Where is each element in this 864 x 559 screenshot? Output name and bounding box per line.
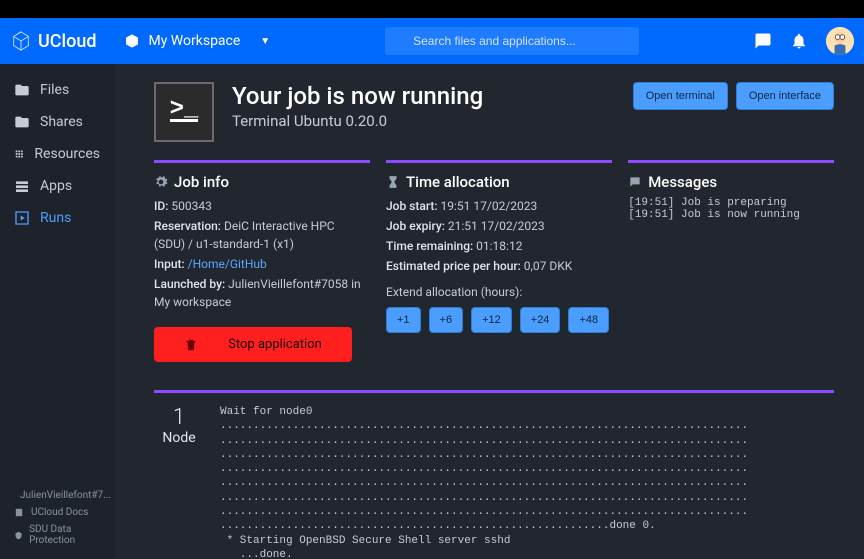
book-icon	[14, 507, 25, 518]
sidebar-item-shares[interactable]: Shares	[0, 106, 114, 138]
sidebar-item-resources[interactable]: Resources	[0, 138, 114, 170]
workspace-label: My Workspace	[148, 33, 240, 49]
brand-name: UCloud	[38, 31, 96, 52]
sidebar-label: Runs	[40, 210, 71, 226]
play-icon	[14, 210, 30, 226]
main-content: >_ Your job is now running Terminal Ubun…	[114, 64, 864, 559]
hourglass-icon	[386, 175, 400, 189]
sidebar-label: Apps	[40, 178, 72, 194]
sidebar-user[interactable]: JulienVieillefont#7...	[14, 487, 104, 504]
search-input[interactable]	[385, 27, 639, 55]
input-link[interactable]: /Home/GitHub	[188, 257, 267, 271]
folder-icon	[14, 82, 30, 98]
console-output: Wait for node0 .........................…	[220, 405, 834, 559]
workspace-selector[interactable]: My Workspace ▼	[124, 33, 270, 49]
grid-icon	[14, 146, 24, 162]
messages-card: Messages [19:51] Job is preparing [19:51…	[628, 160, 834, 372]
shield-icon	[14, 530, 23, 541]
page-subtitle: Terminal Ubuntu 0.20.0	[232, 112, 483, 130]
avatar-icon	[826, 27, 854, 55]
extend-label: Extend allocation (hours):	[386, 285, 610, 299]
app-icon: >_	[154, 82, 214, 142]
sidebar-item-runs[interactable]: Runs	[0, 202, 114, 234]
gear-icon	[154, 175, 168, 189]
node-label: Node	[154, 430, 204, 446]
card-title: Messages	[648, 173, 717, 191]
sidebar-label: Resources	[34, 146, 100, 162]
extend-12-button[interactable]: +12	[471, 307, 512, 333]
stop-application-button[interactable]: Stop application	[154, 327, 352, 362]
sidebar-protection[interactable]: SDU Data Protection	[14, 521, 104, 549]
hexagon-icon	[124, 33, 140, 49]
chevron-down-icon: ▼	[260, 36, 270, 47]
job-info-card: Job info ID: 500343 Reservation: DeiC In…	[154, 160, 370, 372]
avatar[interactable]	[826, 27, 854, 55]
extend-1-button[interactable]: +1	[386, 307, 421, 333]
chat-icon[interactable]	[754, 32, 772, 50]
sidebar-item-files[interactable]: Files	[0, 74, 114, 106]
trash-icon	[184, 338, 198, 352]
console-section: 1 Node Wait for node0 ..................…	[154, 390, 834, 559]
open-terminal-button[interactable]: Open terminal	[633, 82, 728, 110]
sidebar-label: Shares	[40, 114, 83, 130]
sidebar-item-apps[interactable]: Apps	[0, 170, 114, 202]
card-title: Job info	[174, 173, 229, 191]
node-count: 1	[154, 405, 204, 430]
message-icon	[628, 175, 642, 189]
sidebar-docs[interactable]: UCloud Docs	[14, 504, 104, 521]
bell-icon[interactable]	[790, 32, 808, 50]
brand-logo[interactable]: UCloud	[10, 30, 96, 52]
sidebar: Files Shares Resources Apps Runs JulienV…	[0, 64, 114, 559]
extend-24-button[interactable]: +24	[520, 307, 561, 333]
messages-log: [19:51] Job is preparing [19:51] Job is …	[628, 197, 832, 221]
time-allocation-card: Time allocation Job start: 19:51 17/02/2…	[386, 160, 612, 372]
logo-icon	[10, 30, 32, 52]
extend-6-button[interactable]: +6	[429, 307, 464, 333]
extend-48-button[interactable]: +48	[568, 307, 609, 333]
sidebar-label: Files	[40, 82, 69, 98]
open-interface-button[interactable]: Open interface	[736, 82, 834, 110]
card-title: Time allocation	[406, 173, 510, 191]
share-icon	[14, 114, 30, 130]
page-title: Your job is now running	[232, 82, 483, 110]
apps-icon	[14, 178, 30, 194]
